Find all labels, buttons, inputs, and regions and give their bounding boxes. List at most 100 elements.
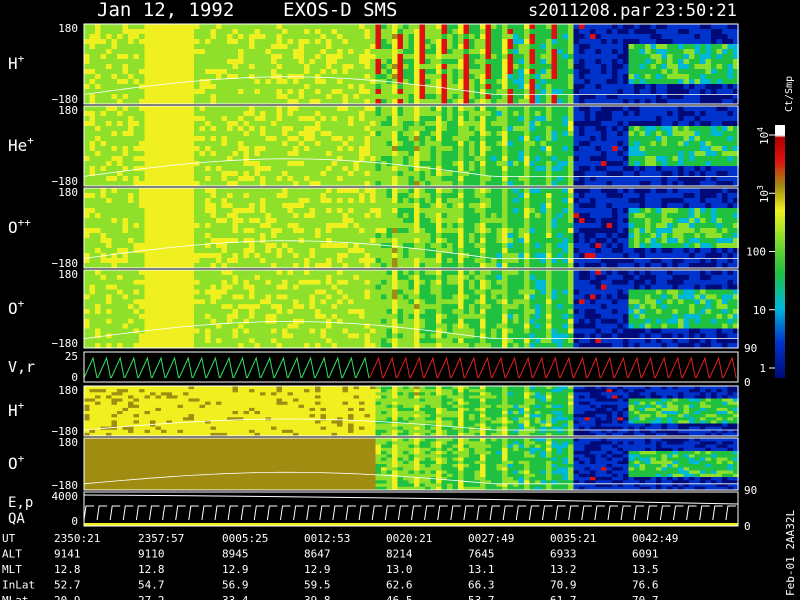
heatmap-cell bbox=[474, 34, 481, 40]
heatmap-cell bbox=[150, 59, 156, 65]
heatmap-cell bbox=[194, 39, 200, 45]
heatmap-cell bbox=[282, 111, 288, 117]
heatmap-cell bbox=[408, 233, 415, 239]
heatmap-cell bbox=[249, 89, 255, 95]
heatmap-cell bbox=[568, 121, 574, 127]
heatmap-cell bbox=[529, 126, 536, 132]
heatmap-cell bbox=[315, 24, 321, 30]
heatmap-cell bbox=[535, 69, 541, 75]
heatmap-cell bbox=[716, 74, 723, 80]
heatmap-cell bbox=[282, 126, 288, 132]
heatmap-cell bbox=[430, 79, 437, 85]
heatmap-cell bbox=[397, 49, 404, 55]
heatmap-cell bbox=[320, 84, 327, 90]
heatmap-cell bbox=[414, 156, 420, 162]
heatmap-cell bbox=[667, 84, 673, 90]
heatmap-cell bbox=[579, 131, 585, 137]
heatmap-cell bbox=[254, 79, 261, 85]
heatmap-cell bbox=[293, 223, 299, 229]
heatmap-cell bbox=[331, 126, 338, 132]
heatmap-cell bbox=[480, 136, 486, 142]
heatmap-cell bbox=[227, 213, 233, 219]
heatmap-cell bbox=[106, 131, 112, 137]
heatmap-cell bbox=[276, 126, 283, 132]
heatmap-cell bbox=[326, 69, 332, 75]
heatmap-cell bbox=[315, 193, 321, 199]
heatmap-cell bbox=[518, 136, 525, 142]
heatmap-cell bbox=[678, 34, 684, 40]
heatmap-cell bbox=[106, 193, 112, 199]
heatmap-cell bbox=[150, 223, 156, 229]
heatmap-cell bbox=[89, 34, 96, 40]
heatmap-cell bbox=[188, 69, 195, 75]
heatmap-cell bbox=[331, 29, 338, 35]
heatmap-cell bbox=[408, 156, 415, 162]
heatmap-cell bbox=[199, 79, 206, 85]
heatmap-cell bbox=[194, 116, 200, 122]
heatmap-cell bbox=[557, 136, 563, 142]
heatmap-cell bbox=[463, 156, 470, 162]
heatmap-cell bbox=[342, 24, 349, 30]
heatmap-cell bbox=[623, 64, 629, 70]
heatmap-cell bbox=[210, 233, 217, 239]
heatmap-cell bbox=[122, 74, 129, 80]
heatmap-cell bbox=[117, 126, 123, 132]
heatmap-cell bbox=[128, 198, 134, 204]
heatmap-cell bbox=[188, 258, 195, 264]
heatmap-cell bbox=[623, 116, 629, 122]
heatmap-cell bbox=[436, 106, 442, 112]
heatmap-cell bbox=[161, 59, 167, 65]
heatmap-cell bbox=[425, 136, 431, 142]
heatmap-cell bbox=[381, 49, 387, 55]
heatmap-cell bbox=[381, 171, 387, 177]
heatmap-cell bbox=[480, 34, 486, 40]
heatmap-cell bbox=[161, 79, 167, 85]
heatmap-cell bbox=[205, 126, 211, 132]
heatmap-cell bbox=[562, 59, 569, 65]
heatmap-cell bbox=[535, 111, 541, 117]
heatmap-cell bbox=[221, 54, 228, 60]
heatmap-cell bbox=[216, 248, 222, 254]
heatmap-cell bbox=[111, 49, 118, 55]
heatmap-cell bbox=[452, 156, 459, 162]
heatmap-cell bbox=[419, 79, 426, 85]
heatmap-cell bbox=[722, 54, 728, 60]
heatmap-cell bbox=[584, 44, 591, 50]
heatmap-cell bbox=[414, 106, 420, 112]
heatmap-cell bbox=[359, 64, 365, 70]
heatmap-cell bbox=[414, 44, 420, 50]
heatmap-cell bbox=[425, 141, 431, 147]
heatmap-cell bbox=[474, 176, 481, 182]
heatmap-cell bbox=[452, 166, 459, 172]
heatmap-cell bbox=[463, 198, 470, 204]
heatmap-cell bbox=[353, 44, 360, 50]
heatmap-cell bbox=[337, 106, 343, 112]
heatmap-cell bbox=[238, 213, 244, 219]
heatmap-cell bbox=[227, 106, 233, 112]
heatmap-cell bbox=[386, 253, 393, 259]
heatmap-cell bbox=[419, 198, 426, 204]
heatmap-cell bbox=[711, 136, 717, 142]
heatmap-cell bbox=[601, 176, 607, 182]
heatmap-cell bbox=[408, 84, 415, 90]
heatmap-cell bbox=[386, 258, 393, 264]
heatmap-cell bbox=[392, 106, 398, 112]
heatmap-cell bbox=[551, 151, 558, 157]
heatmap-cell bbox=[430, 208, 437, 214]
heatmap-cell bbox=[282, 258, 288, 264]
heatmap-cell bbox=[491, 49, 497, 55]
heatmap-cell bbox=[249, 94, 255, 100]
heatmap-cell bbox=[188, 248, 195, 254]
heatmap-cell bbox=[166, 131, 173, 137]
heatmap-cell bbox=[298, 171, 305, 177]
heatmap-cell bbox=[166, 34, 173, 40]
heatmap-cell bbox=[353, 116, 360, 122]
heatmap-cell bbox=[716, 24, 723, 30]
heatmap-cell bbox=[370, 223, 376, 229]
heatmap-cell bbox=[397, 156, 404, 162]
heatmap-cell bbox=[216, 89, 222, 95]
heatmap-cell bbox=[122, 258, 129, 264]
heatmap-cell bbox=[386, 49, 393, 55]
heatmap-cell bbox=[535, 29, 541, 35]
heatmap-cell bbox=[392, 126, 398, 132]
